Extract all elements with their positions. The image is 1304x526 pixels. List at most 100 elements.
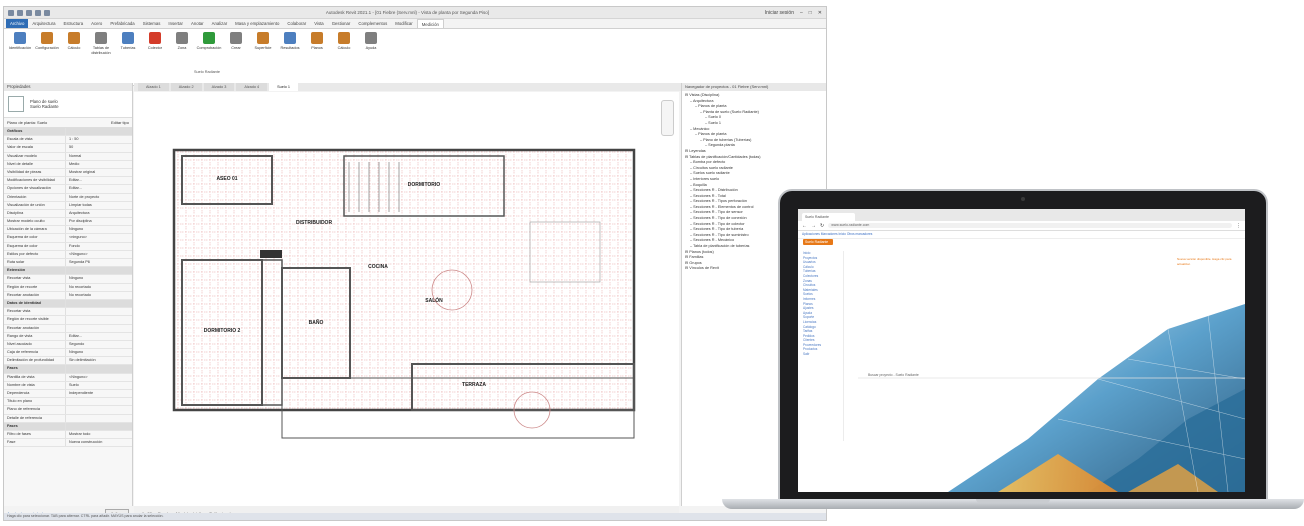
- undo-icon[interactable]: [26, 9, 32, 16]
- property-row[interactable]: Nivel de detalle Medio: [4, 160, 132, 169]
- property-value[interactable]: Por disciplina: [66, 218, 132, 225]
- edit-type-button[interactable]: Editar tipo: [111, 120, 129, 125]
- maximize-icon[interactable]: □: [809, 10, 812, 16]
- save-icon[interactable]: [17, 9, 23, 16]
- property-value[interactable]: [66, 415, 132, 422]
- property-row[interactable]: Caja de referencia Ninguno: [4, 349, 132, 358]
- print-icon[interactable]: [44, 9, 50, 16]
- type-selector[interactable]: Plano de suelo Suelo Radiante: [4, 91, 132, 118]
- ribbon-button[interactable]: Superficie: [251, 32, 275, 82]
- property-value[interactable]: Ninguno: [66, 275, 132, 282]
- property-value[interactable]: No recortado: [66, 292, 132, 299]
- ribbon-tab[interactable]: Medición: [416, 19, 444, 28]
- property-value[interactable]: [66, 406, 132, 413]
- property-value[interactable]: [66, 316, 132, 323]
- view-tab[interactable]: Alzado 2: [170, 83, 202, 91]
- property-row[interactable]: Nombre de vista Suelo: [4, 381, 132, 390]
- property-row[interactable]: Plantilla de vista <Ninguno>: [4, 373, 132, 382]
- property-row[interactable]: Modificaciones de visibilidad Editar...: [4, 177, 132, 186]
- minimize-icon[interactable]: –: [800, 10, 803, 16]
- property-row[interactable]: Recortar vista Ninguno: [4, 275, 132, 284]
- property-value[interactable]: Suelo: [66, 382, 132, 389]
- property-row[interactable]: Recortar anotación: [4, 324, 132, 333]
- property-value[interactable]: <Ninguno>: [66, 251, 132, 258]
- ribbon-button[interactable]: Comprobación: [197, 32, 221, 82]
- navigation-bar[interactable]: [661, 100, 674, 136]
- property-value[interactable]: Editar...: [66, 177, 132, 184]
- property-row[interactable]: Visibilidad de piezas Mostrar original: [4, 168, 132, 178]
- property-row[interactable]: Filtro de fases Mostrar todo: [4, 430, 132, 440]
- ribbon-button[interactable]: Ayuda: [359, 32, 383, 82]
- ribbon-tab[interactable]: Sistemas: [139, 19, 165, 28]
- redo-icon[interactable]: [35, 9, 41, 16]
- property-value[interactable]: [66, 325, 132, 332]
- ribbon-button[interactable]: Identificación: [8, 32, 32, 82]
- property-row[interactable]: Nivel asociado Segundo: [4, 340, 132, 350]
- ribbon-tab[interactable]: Masa y emplazamiento: [231, 19, 283, 28]
- property-value[interactable]: 50: [66, 144, 132, 151]
- property-row[interactable]: Escala de vista 1 : 50: [4, 136, 132, 145]
- property-row[interactable]: Región de recorte visible: [4, 316, 132, 325]
- ribbon-tab[interactable]: Modificar: [391, 19, 416, 28]
- property-row[interactable]: Estilos por defecto <Ninguno>: [4, 250, 132, 259]
- ribbon-tab[interactable]: Archivo: [6, 19, 29, 28]
- property-value[interactable]: Sin delimitación: [66, 357, 132, 364]
- ribbon-button[interactable]: Configuración: [35, 32, 59, 82]
- ribbon-tab[interactable]: Analizar: [208, 19, 232, 28]
- view-tab[interactable]: Alzado 1: [138, 83, 169, 91]
- property-value[interactable]: Normal: [66, 153, 132, 160]
- property-value[interactable]: <Ninguno>: [66, 374, 132, 381]
- property-value[interactable]: Ninguno: [66, 226, 132, 233]
- ribbon-tab[interactable]: Colaborar: [283, 19, 310, 28]
- property-row[interactable]: Ruta solar Segunda P6: [4, 259, 132, 268]
- property-row[interactable]: Esquema de color <ninguno>: [4, 234, 132, 243]
- property-value[interactable]: Mostrar original: [66, 169, 132, 176]
- ribbon-button[interactable]: Tablas de distribución: [89, 32, 113, 82]
- property-value[interactable]: Mostrar todo: [66, 431, 132, 438]
- property-value[interactable]: Arquitectura: [66, 210, 132, 217]
- drawing-canvas[interactable]: ASEO 01 DISTRIBUIDOR DORMITORIO SALÓN DORMIT…: [134, 92, 679, 506]
- property-row[interactable]: Opciones de visualización Editar...: [4, 185, 132, 194]
- property-row[interactable]: Visualización de unión Limpiar todas: [4, 201, 132, 210]
- property-value[interactable]: [66, 308, 132, 315]
- close-icon[interactable]: ✕: [818, 10, 822, 16]
- sign-in-label[interactable]: Iniciar sesión: [765, 10, 794, 16]
- property-value[interactable]: Independiente: [66, 390, 132, 397]
- ribbon-tab[interactable]: Estructura: [60, 19, 88, 28]
- property-value[interactable]: Norte de proyecto: [66, 194, 132, 201]
- ribbon-tab[interactable]: Prefabricada: [106, 19, 138, 28]
- property-row[interactable]: Título en plano: [4, 398, 132, 407]
- property-value[interactable]: Limpiar todas: [66, 202, 132, 209]
- property-row[interactable]: Recortar anotación No recortado: [4, 291, 132, 300]
- property-value[interactable]: Editar...: [66, 185, 132, 192]
- ribbon-tab[interactable]: Acero: [87, 19, 106, 28]
- property-row[interactable]: Orientación Norte de proyecto: [4, 193, 132, 202]
- ribbon-tab[interactable]: Insertar: [164, 19, 187, 28]
- property-value[interactable]: No recortado: [66, 284, 132, 291]
- property-row[interactable]: Disciplina Arquitectura: [4, 209, 132, 219]
- view-tab[interactable]: Alzado 4: [236, 83, 268, 91]
- property-row[interactable]: Esquema de color Fondo: [4, 242, 132, 251]
- property-value[interactable]: Nueva construcción: [66, 439, 132, 446]
- property-value[interactable]: Medio: [66, 161, 132, 168]
- ribbon-button[interactable]: Resultados: [278, 32, 302, 82]
- property-row[interactable]: Recortar vista: [4, 308, 132, 317]
- property-row[interactable]: Delimitación de profundidad Sin delimitac…: [4, 357, 132, 366]
- ribbon-button[interactable]: Colector: [143, 32, 167, 82]
- ribbon-button[interactable]: Cálculo: [62, 32, 86, 82]
- property-value[interactable]: Segunda P6: [66, 259, 132, 266]
- property-value[interactable]: <ninguno>: [66, 234, 132, 241]
- view-tab[interactable]: Alzado 3: [203, 83, 235, 91]
- property-row[interactable]: Dependencia Independiente: [4, 390, 132, 399]
- property-row[interactable]: Mostrar modelo oculto Por disciplina: [4, 218, 132, 227]
- property-row[interactable]: Visualizar modelo Normal: [4, 152, 132, 161]
- property-row[interactable]: Plano de referencia: [4, 406, 132, 415]
- instance-filter[interactable]: Plano de planta: Suelo Editar tipo: [4, 118, 132, 128]
- ribbon-button[interactable]: Zona: [170, 32, 194, 82]
- view-tab[interactable]: Suelo 1: [269, 83, 299, 91]
- ribbon-tab[interactable]: Arquitectura: [28, 19, 59, 28]
- ribbon-button[interactable]: Cálculo: [332, 32, 356, 82]
- property-row[interactable]: Rango de vista Editar...: [4, 332, 132, 341]
- ribbon-tab[interactable]: Anotar: [187, 19, 208, 28]
- property-value[interactable]: Editar...: [66, 333, 132, 340]
